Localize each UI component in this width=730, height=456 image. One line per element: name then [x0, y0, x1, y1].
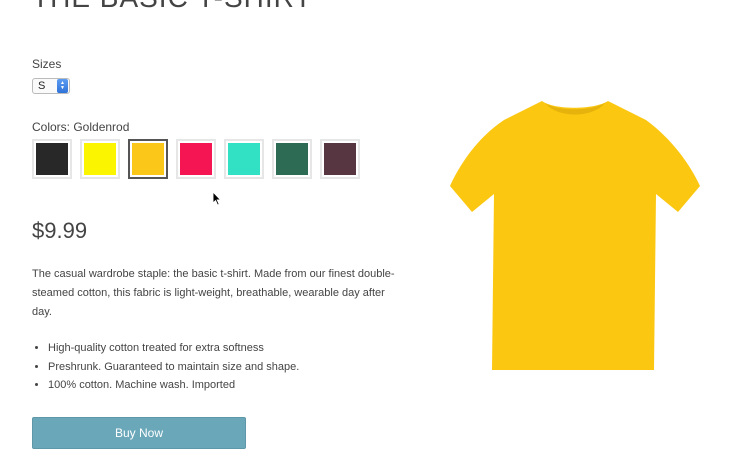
size-select-value: S [38, 80, 46, 92]
colors-label: Colors: Goldenrod [32, 120, 130, 134]
select-arrows-icon: ▲ ▼ [57, 79, 68, 93]
color-swatch-goldenrod[interactable] [128, 139, 168, 179]
color-swatch-black[interactable] [32, 139, 72, 179]
feature-item: Preshrunk. Guaranteed to maintain size a… [48, 358, 299, 377]
mouse-cursor-icon [212, 191, 222, 206]
color-swatch-crimson[interactable] [176, 139, 216, 179]
color-swatch-green[interactable] [272, 139, 312, 179]
product-title: THE BASIC T-SHIRT [32, 0, 312, 14]
color-swatch-turquoise[interactable] [224, 139, 264, 179]
buy-now-button[interactable]: Buy Now [32, 417, 246, 449]
color-swatches [32, 139, 368, 179]
color-swatch-plum[interactable] [320, 139, 360, 179]
product-price: $9.99 [32, 218, 88, 243]
feature-item: 100% cotton. Machine wash. Imported [48, 376, 299, 395]
feature-item: High-quality cotton treated for extra so… [48, 339, 299, 358]
product-description: The casual wardrobe staple: the basic t-… [32, 268, 395, 318]
color-swatch-yellow[interactable] [80, 139, 120, 179]
size-select[interactable]: S ▲ ▼ [32, 78, 70, 94]
feature-list: High-quality cotton treated for extra so… [32, 339, 299, 395]
tshirt-image [450, 101, 700, 370]
sizes-label: Sizes [32, 57, 62, 71]
product-page: THE BASIC T-SHIRT Sizes S ▲▼ Colors: Gol… [0, 0, 730, 456]
